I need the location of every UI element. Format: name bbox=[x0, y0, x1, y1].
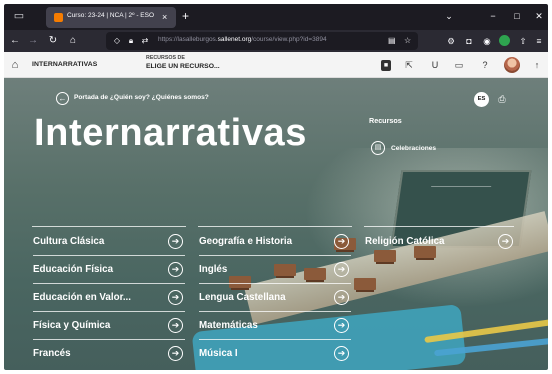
subject-label: Música I bbox=[199, 348, 238, 359]
forward-arrow-icon[interactable]: → bbox=[26, 34, 40, 48]
tab-list-icon[interactable]: ▭ bbox=[12, 10, 26, 22]
new-tab-button[interactable]: + bbox=[182, 9, 189, 23]
minimize-window-icon[interactable]: − bbox=[486, 10, 500, 22]
tab-overflow-chevron-icon[interactable]: ⌄ bbox=[442, 10, 456, 22]
divider bbox=[198, 226, 352, 227]
browser-tab-active[interactable]: Curso: 23-24 | NCA | 2º - ESO × bbox=[46, 7, 176, 28]
back-to-home-icon[interactable]: ← bbox=[56, 92, 69, 105]
subject-label: Francés bbox=[33, 348, 71, 359]
subject-link-geografia-e-historia[interactable]: Geografía e Historia ➔ bbox=[199, 228, 353, 256]
print-icon[interactable]: ⎙ bbox=[496, 92, 508, 106]
divider bbox=[364, 226, 514, 227]
close-window-icon[interactable]: ✕ bbox=[532, 10, 546, 22]
messages-icon[interactable]: ▭ bbox=[452, 58, 466, 72]
maximize-window-icon[interactable]: □ bbox=[510, 10, 524, 22]
subject-link-cultura-clasica[interactable]: Cultura Clásica ➔ bbox=[33, 228, 187, 256]
subject-label: Lengua Castellana bbox=[199, 292, 286, 303]
subject-label: Matemáticas bbox=[199, 320, 258, 331]
site-favicon-icon bbox=[54, 13, 63, 22]
tab-close-icon[interactable]: × bbox=[162, 11, 167, 23]
arrow-right-icon[interactable]: ➔ bbox=[334, 318, 349, 333]
subject-label: Educación en Valor... bbox=[33, 292, 132, 303]
browser-tab-bar: ▭ Curso: 23-24 | NCA | 2º - ESO × + ⌄ − … bbox=[4, 4, 548, 30]
url-bar[interactable]: ◇ 🔒︎ ⇄ https://lasalleburgos.sallenet.or… bbox=[106, 32, 418, 50]
help-icon[interactable]: ? bbox=[478, 58, 492, 72]
subject-label: Cultura Clásica bbox=[33, 236, 105, 247]
subject-label: Religión Católica bbox=[365, 236, 445, 247]
subject-label: Educación Física bbox=[33, 264, 114, 275]
subject-link-religion-catolica[interactable]: Religión Católica ➔ bbox=[365, 228, 515, 256]
scroll-top-arrow-icon[interactable]: ↑ bbox=[530, 58, 544, 72]
subject-link-matematicas[interactable]: Matemáticas ➔ bbox=[199, 312, 353, 340]
course-main-content: ← Portada de ¿Quién soy? ¿Quiénes somos?… bbox=[4, 78, 548, 370]
tab-title: Curso: 23-24 | NCA | 2º - ESO bbox=[67, 12, 155, 19]
browser-window: ▭ Curso: 23-24 | NCA | 2º - ESO × + ⌄ − … bbox=[4, 4, 548, 370]
url-domain: sallenet.org bbox=[217, 36, 252, 43]
url-text[interactable]: https://lasalleburgos.sallenet.org/cours… bbox=[158, 36, 358, 43]
course-short-name[interactable]: INTERNARRATIVAS bbox=[32, 61, 97, 68]
language-selector[interactable]: ES bbox=[474, 92, 489, 107]
hamburger-menu-icon[interactable]: ≡ bbox=[532, 34, 546, 48]
subject-link-fisica-y-quimica[interactable]: Física y Química ➔ bbox=[33, 312, 187, 340]
breadcrumb[interactable]: Portada de ¿Quién soy? ¿Quiénes somos? bbox=[74, 94, 209, 101]
shield-icon[interactable]: ◇ bbox=[112, 35, 122, 47]
subject-link-musica-i[interactable]: Música I ➔ bbox=[199, 340, 353, 368]
resource-selector-label: RECURSOS DE bbox=[146, 55, 185, 61]
arrow-right-icon[interactable]: ➔ bbox=[334, 346, 349, 361]
resource-document-icon: ▤ bbox=[371, 141, 385, 155]
subject-label: Inglés bbox=[199, 264, 228, 275]
subject-label: Física y Química bbox=[33, 320, 111, 331]
bookmark-star-icon[interactable]: ☆ bbox=[404, 35, 411, 47]
permissions-icon[interactable]: ⇄ bbox=[140, 35, 150, 47]
background-desk bbox=[354, 278, 376, 290]
arrow-right-icon[interactable]: ➔ bbox=[168, 346, 183, 361]
arrow-right-icon[interactable]: ➔ bbox=[168, 290, 183, 305]
underline-icon[interactable]: U bbox=[428, 58, 442, 72]
subject-link-lengua-castellana[interactable]: Lengua Castellana ➔ bbox=[199, 284, 353, 312]
subject-link-educacion-fisica[interactable]: Educación Física ➔ bbox=[33, 256, 187, 284]
subject-label: Geografía e Historia bbox=[199, 236, 293, 247]
arrow-right-icon[interactable]: ➔ bbox=[334, 234, 349, 249]
url-suffix: /course/view.php?id=3894 bbox=[251, 36, 327, 43]
reload-icon[interactable]: ↻ bbox=[46, 34, 60, 48]
pocket-icon[interactable]: ◘ bbox=[462, 34, 476, 48]
dashboard-icon[interactable]: ⇱ bbox=[402, 58, 416, 72]
arrow-right-icon[interactable]: ➔ bbox=[168, 262, 183, 277]
extension-green-icon[interactable] bbox=[499, 35, 510, 46]
reader-view-icon[interactable]: ▤ bbox=[388, 35, 396, 47]
site-home-icon[interactable]: ⌂ bbox=[8, 58, 22, 72]
home-icon[interactable]: ⌂ bbox=[66, 34, 80, 48]
site-top-bar: ⌂ INTERNARRATIVAS RECURSOS DE ELIGE UN R… bbox=[4, 52, 548, 78]
resource-link-celebraciones[interactable]: Celebraciones bbox=[391, 145, 436, 152]
subject-link-ingles[interactable]: Inglés ➔ bbox=[199, 256, 353, 284]
arrow-right-icon[interactable]: ➔ bbox=[334, 290, 349, 305]
url-prefix: https://lasalleburgos. bbox=[158, 36, 218, 43]
back-arrow-icon[interactable]: ← bbox=[8, 34, 22, 48]
user-avatar[interactable] bbox=[504, 57, 520, 73]
extension-puzzle-icon[interactable]: ⚙ bbox=[444, 34, 458, 48]
arrow-right-icon[interactable]: ➔ bbox=[168, 318, 183, 333]
resource-selector[interactable]: ELIGE UN RECURSO... bbox=[146, 63, 220, 70]
arrow-right-icon[interactable]: ➔ bbox=[498, 234, 513, 249]
extensions-menu-icon[interactable]: ⇧ bbox=[516, 34, 530, 48]
page-title: Internarrativas bbox=[34, 112, 308, 154]
resources-heading: Recursos bbox=[369, 116, 402, 125]
account-icon[interactable]: ◉ bbox=[480, 34, 494, 48]
arrow-right-icon[interactable]: ➔ bbox=[168, 234, 183, 249]
subject-link-educacion-en-valores[interactable]: Educación en Valor... ➔ bbox=[33, 284, 187, 312]
divider bbox=[32, 226, 186, 227]
edit-mode-icon[interactable]: ■ bbox=[381, 60, 391, 71]
lock-icon[interactable]: 🔒︎ bbox=[126, 35, 136, 47]
arrow-right-icon[interactable]: ➔ bbox=[334, 262, 349, 277]
browser-nav-bar: ← → ↻ ⌂ ◇ 🔒︎ ⇄ https://lasalleburgos.sal… bbox=[4, 30, 548, 52]
subject-link-frances[interactable]: Francés ➔ bbox=[33, 340, 187, 368]
